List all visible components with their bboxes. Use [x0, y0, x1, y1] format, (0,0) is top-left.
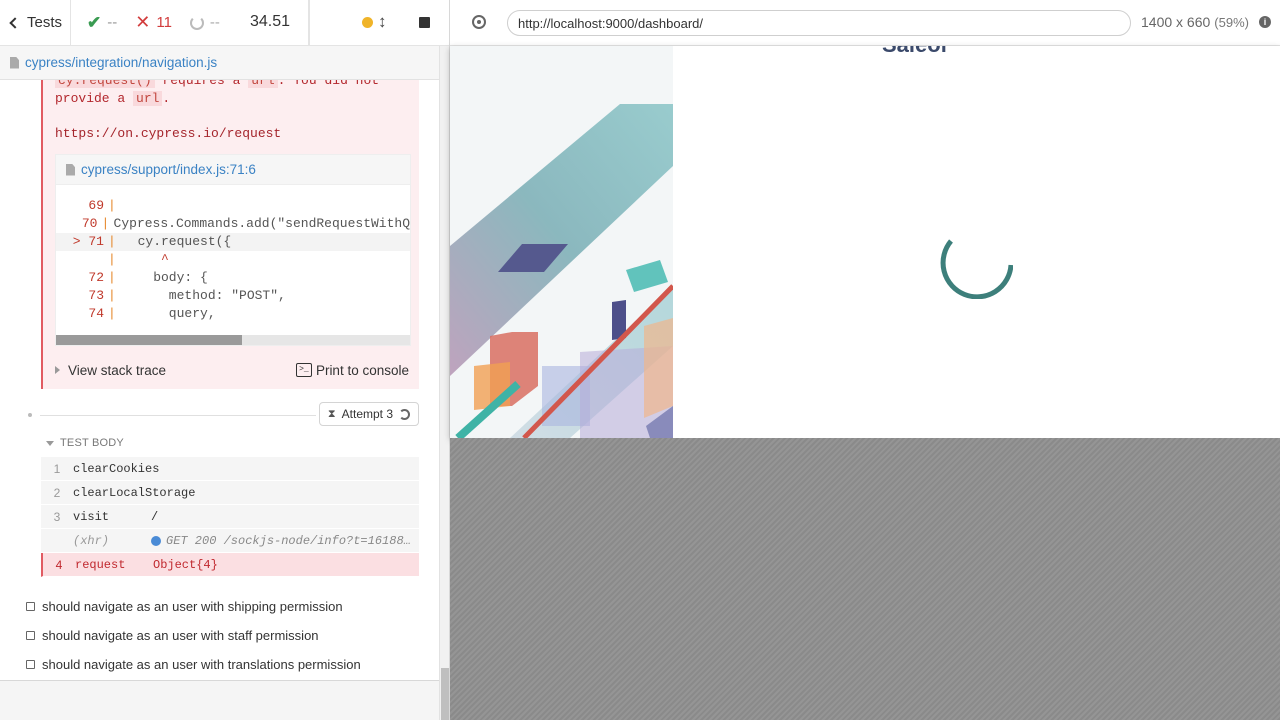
command-log: 1 clearCookies 2 clearLocalStorage 3 vis…: [41, 457, 419, 577]
divider: [40, 415, 316, 416]
file-icon: [10, 56, 19, 69]
auto-scroll-icon[interactable]: ↕: [378, 12, 387, 32]
info-icon: i: [1258, 16, 1271, 28]
test-item[interactable]: should navigate as an user with staff pe…: [26, 628, 319, 643]
viewport-overflow-area: [450, 438, 1280, 720]
caret-right-icon: [55, 366, 60, 374]
pending-stat: --: [189, 14, 220, 31]
command-row[interactable]: 3 visit /: [41, 505, 419, 529]
error-actions: View stack trace >_ Print to console: [43, 352, 419, 388]
run-controls: 34.51 ↕: [250, 0, 449, 46]
pending-square-icon: [26, 660, 35, 669]
code-line: 69 |: [88, 198, 116, 213]
code-line: 70 | Cypress.Commands.add("sendRequestWith…: [81, 216, 410, 231]
retry-icon: [399, 408, 410, 420]
command-row[interactable]: 2 clearLocalStorage: [41, 481, 419, 505]
code-line: 73 | method: "POST",: [88, 288, 286, 303]
aut-iframe[interactable]: Saleor: [450, 46, 1280, 438]
error-text: .: [162, 91, 171, 106]
terminal-icon: >_: [295, 363, 312, 377]
pending-count: --: [209, 14, 220, 31]
error-code-url: url: [248, 80, 278, 88]
divider: [309, 0, 310, 46]
test-item[interactable]: should navigate as an user with shipping…: [26, 599, 343, 614]
collapse-icon: ⧗: [327, 407, 336, 420]
failed-count: 11: [156, 14, 172, 31]
caret-down-icon: [46, 440, 54, 446]
pending-square-icon: [26, 602, 35, 611]
view-stack-trace-label: View stack trace: [68, 362, 167, 378]
test-item[interactable]: should navigate as an user with translat…: [26, 657, 361, 672]
code-line: 74 | query,: [88, 306, 216, 321]
aut-header: http://localhost:9000/dashboard/ 1400 x …: [450, 0, 1280, 46]
view-stack-trace-toggle[interactable]: View stack trace: [55, 363, 166, 378]
command-row[interactable]: 1 clearCookies: [41, 457, 419, 481]
login-illustration: [450, 46, 673, 438]
check-icon: ✔: [87, 12, 102, 32]
illustration-graphic: [450, 46, 673, 438]
reporter-footer: [0, 680, 439, 720]
error-code-url: url: [133, 91, 163, 106]
tests-button[interactable]: Tests: [0, 0, 71, 45]
error-panel: cy.request() requires a url. You did not…: [41, 80, 419, 389]
x-icon: ✕: [135, 12, 151, 32]
error-text: provide a: [55, 91, 134, 106]
cypress-runner: Tests ✔ -- ✕ 11 -- 34.51 ↕ cypress/integ…: [0, 0, 1280, 720]
url-text: http://localhost:9000/dashboard/: [518, 15, 704, 31]
command-row-xhr[interactable]: (xhr) GET 200 /sockjs-node/info?t=16188…: [41, 529, 419, 553]
error-message: cy.request() requires a url. You did not…: [55, 80, 379, 108]
loading-spinner-icon: [940, 239, 1013, 299]
file-icon: [66, 163, 75, 176]
passed-stat: ✔ --: [87, 13, 117, 33]
duration: 34.51: [250, 13, 291, 30]
command-row-failed[interactable]: 4 request Object{4}: [41, 553, 419, 577]
stop-icon[interactable]: [419, 17, 430, 28]
attempt-row: ⧗ Attempt 3: [28, 402, 420, 428]
reporter-header: Tests ✔ -- ✕ 11 -- 34.51 ↕: [0, 0, 449, 46]
dot-icon: [28, 413, 32, 417]
pending-square-icon: [26, 631, 35, 640]
error-text: requires a: [154, 80, 249, 88]
error-code-request: cy.request(): [55, 80, 155, 88]
attempt-label: Attempt 3: [341, 407, 393, 421]
reporter-runnables: cy.request() requires a url. You did not…: [0, 80, 439, 680]
docs-link[interactable]: https://on.cypress.io/request: [55, 126, 281, 141]
pending-circle-icon: [189, 15, 204, 30]
url-bar[interactable]: http://localhost:9000/dashboard/: [507, 10, 1131, 36]
passed-count: --: [107, 14, 118, 31]
print-to-console-label: Print to console: [315, 362, 409, 378]
spec-file-link[interactable]: cypress/integration/navigation.js: [25, 55, 217, 70]
code-frame-scrollbar[interactable]: [56, 335, 410, 345]
viewport-size: 1400 x 660: [1141, 14, 1211, 30]
code-frame-body: 69 | 70 | Cypress.Commands.add("sendRequest…: [56, 185, 410, 323]
code-line: 72 | body: {: [88, 270, 208, 285]
code-line-highlighted: > 71 | cy.request({: [56, 233, 410, 251]
scrollbar-thumb[interactable]: [56, 335, 242, 345]
app-under-test-panel: http://localhost:9000/dashboard/ 1400 x …: [450, 0, 1280, 720]
xhr-message: GET 200 /sockjs-node/info?t=16188…: [151, 534, 419, 548]
code-frame-header: cypress/support/index.js:71:6: [56, 155, 410, 185]
selector-playground-icon[interactable]: [472, 15, 486, 29]
test-body-header[interactable]: TEST BODY: [46, 437, 124, 449]
chevron-left-icon: [9, 16, 21, 29]
app-logo-text: Saleor: [882, 46, 949, 58]
viewport-info[interactable]: 1400 x 660 (59%) i: [1141, 14, 1271, 30]
code-frame: cypress/support/index.js:71:6 69 | 70 | Cyp…: [55, 154, 411, 346]
scrollbar-thumb[interactable]: [441, 668, 449, 720]
error-text: . You did not: [277, 80, 380, 88]
running-indicator-icon: [362, 17, 373, 28]
tests-label: Tests: [27, 14, 63, 31]
spec-file-bar: cypress/integration/navigation.js: [0, 46, 439, 80]
failed-stat: ✕ 11: [135, 12, 172, 33]
test-body-label: TEST BODY: [60, 437, 124, 449]
viewport-scale: (59%): [1214, 14, 1249, 30]
code-frame-file-link[interactable]: cypress/support/index.js:71:6: [81, 162, 256, 177]
print-to-console-button[interactable]: >_ Print to console: [295, 362, 409, 378]
code-line: | ^: [108, 252, 169, 267]
attempt-tag[interactable]: ⧗ Attempt 3: [318, 402, 419, 426]
reporter-scrollbar[interactable]: [439, 46, 449, 720]
status-dot-icon: [151, 535, 161, 546]
reporter-panel: Tests ✔ -- ✕ 11 -- 34.51 ↕ cypress/integ…: [0, 0, 450, 720]
